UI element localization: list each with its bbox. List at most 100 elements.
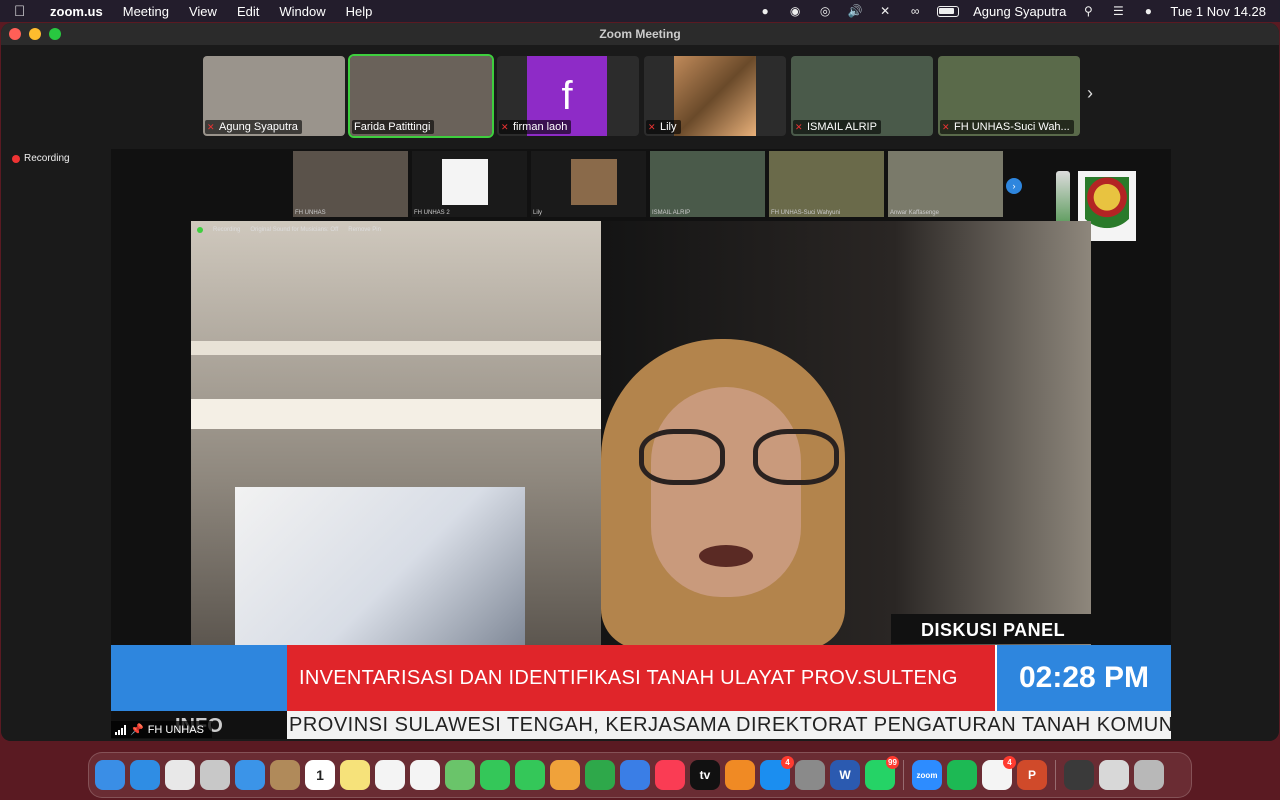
menu-user-name[interactable]: Agung Syaputra bbox=[973, 4, 1066, 19]
dock-music-icon[interactable] bbox=[655, 760, 685, 790]
dock-app-store-icon[interactable]: 4 bbox=[760, 756, 794, 790]
dock-contacts-icon[interactable] bbox=[270, 760, 300, 790]
minus-circle-icon[interactable]: ● bbox=[757, 4, 773, 18]
battery-icon[interactable] bbox=[937, 5, 960, 17]
signal-strength-icon bbox=[115, 724, 126, 735]
dock-word-icon[interactable]: W bbox=[830, 760, 860, 790]
dock-zoom-icon[interactable]: zoom bbox=[912, 760, 942, 790]
dock-keynote-icon[interactable] bbox=[620, 760, 650, 790]
menu-help[interactable]: Help bbox=[336, 4, 383, 19]
menu-edit[interactable]: Edit bbox=[227, 4, 269, 19]
participant-tile[interactable]: f ✕ firman laoh bbox=[497, 56, 639, 136]
participant-tile[interactable]: ✕ Agung Syaputra bbox=[203, 56, 345, 136]
notification-badge: 99 bbox=[886, 756, 899, 769]
dock-chrome-icon[interactable] bbox=[165, 760, 195, 790]
dock-spotify-icon[interactable] bbox=[947, 760, 977, 790]
dock-notes-icon[interactable] bbox=[340, 760, 370, 790]
menu-app-zoom[interactable]: zoom.us bbox=[40, 4, 113, 19]
recording-label: Recording bbox=[24, 153, 70, 164]
dock-calendar-icon[interactable]: 1 bbox=[305, 760, 335, 790]
chevron-right-icon: › bbox=[1006, 178, 1022, 194]
window-close-button[interactable] bbox=[9, 28, 21, 40]
dock-finder-icon[interactable] bbox=[95, 760, 125, 790]
inner-participant-tile: FH UNHAS bbox=[293, 151, 408, 217]
meeting-content: ✕ Agung Syaputra Farida Patittingi f ✕ fir… bbox=[1, 45, 1279, 741]
participant-name: Farida Patittingi bbox=[354, 121, 431, 133]
speaker-person bbox=[601, 339, 845, 649]
dock-numbers-icon[interactable] bbox=[585, 760, 615, 790]
spotlight-search-icon[interactable]: ⚲ bbox=[1080, 4, 1096, 18]
dock-safari-icon[interactable] bbox=[130, 760, 160, 790]
dock-books-icon[interactable] bbox=[725, 760, 755, 790]
participant-strip: ✕ Agung Syaputra Farida Patittingi f ✕ fir… bbox=[203, 54, 1080, 138]
dock-screenshot-icon[interactable] bbox=[1064, 760, 1094, 790]
volume-icon[interactable]: 🔊 bbox=[847, 4, 863, 18]
dock-pages-icon[interactable] bbox=[550, 760, 580, 790]
participant-tile-active[interactable]: Farida Patittingi bbox=[348, 54, 494, 138]
chevron-right-icon[interactable]: › bbox=[1087, 83, 1093, 104]
dock-whatsapp-icon[interactable]: 99 bbox=[865, 756, 899, 790]
speaker-video bbox=[191, 221, 1091, 649]
inner-participant-tile: Lily bbox=[531, 151, 646, 217]
dock-launchpad-icon[interactable] bbox=[200, 760, 230, 790]
dock-system-preferences-icon[interactable] bbox=[795, 760, 825, 790]
participant-tile[interactable]: ✕ FH UNHAS-Suci Wah... bbox=[938, 56, 1080, 136]
dock-messages-icon[interactable] bbox=[480, 760, 510, 790]
apple-menu-icon[interactable]:  bbox=[14, 3, 40, 20]
participant-tile[interactable]: ✕ Lily bbox=[644, 56, 786, 136]
participant-name: Lily bbox=[660, 121, 677, 133]
dock-reminders-icon[interactable] bbox=[375, 760, 405, 790]
dock-trash-icon[interactable] bbox=[1134, 760, 1164, 790]
participant-name: ISMAIL ALRIP bbox=[807, 121, 877, 133]
mic-muted-icon: ✕ bbox=[501, 122, 509, 132]
inner-pin-label: Remove Pin bbox=[348, 227, 381, 233]
inner-participant-name: Lily bbox=[533, 210, 543, 216]
notification-badge: 4 bbox=[1003, 756, 1016, 769]
video-feed bbox=[674, 56, 756, 136]
link-icon[interactable]: ∞ bbox=[907, 4, 923, 18]
siri-icon[interactable]: ● bbox=[1140, 4, 1156, 18]
dock-separator bbox=[1055, 760, 1056, 790]
dock-facetime-icon[interactable] bbox=[515, 760, 545, 790]
dock-icon-label: tv bbox=[699, 768, 711, 782]
menu-clock[interactable]: Tue 1 Nov 14.28 bbox=[1170, 4, 1266, 19]
dock-microsoft-office-icon[interactable]: 4 bbox=[982, 756, 1016, 790]
ticker-accent bbox=[111, 645, 287, 711]
mic-muted-icon: ✕ bbox=[942, 122, 950, 132]
dock-photos-icon[interactable] bbox=[410, 760, 440, 790]
control-center-icon[interactable]: ☰ bbox=[1110, 4, 1126, 18]
dock-mail-icon[interactable] bbox=[235, 760, 265, 790]
news-ticker: PROVINSI SULAWESI TENGAH, KERJASAMA DIRE… bbox=[287, 711, 1171, 739]
participant-tile[interactable]: ✕ ISMAIL ALRIP bbox=[791, 56, 933, 136]
dock-tv-icon[interactable]: tv bbox=[690, 760, 720, 790]
menu-window[interactable]: Window bbox=[269, 4, 335, 19]
inner-audio-label: Original Sound for Musicians: Off bbox=[250, 227, 339, 233]
mic-muted-icon: ✕ bbox=[207, 122, 215, 132]
window-minimize-button[interactable] bbox=[29, 28, 41, 40]
participant-name: FH UNHAS-Suci Wah... bbox=[954, 121, 1070, 133]
monitor-screen bbox=[235, 487, 525, 649]
menu-view[interactable]: View bbox=[179, 4, 227, 19]
speaker-name-tag: 📌 FH UNHAS bbox=[111, 721, 212, 738]
inner-recording-label: Recording bbox=[213, 227, 241, 233]
dock-icon-label: P bbox=[1027, 768, 1036, 782]
window-maximize-button[interactable] bbox=[49, 28, 61, 40]
shared-screen[interactable]: FH UNHAS FH UNHAS 2 Lily ISMAIL ALRIP FH… bbox=[111, 149, 1171, 739]
dock-icon-label: zoom bbox=[916, 770, 938, 780]
broadcast-time: 02:28 PM bbox=[995, 645, 1171, 711]
panel-label: DISKUSI PANEL bbox=[891, 614, 1171, 644]
inner-participant-name: FH UNHAS-Suci Wahyuni bbox=[771, 210, 841, 216]
inner-participant-strip: FH UNHAS FH UNHAS 2 Lily ISMAIL ALRIP FH… bbox=[293, 151, 1003, 217]
bluetooth-icon[interactable]: ✕ bbox=[877, 4, 893, 18]
menu-meeting[interactable]: Meeting bbox=[113, 4, 179, 19]
recording-indicator[interactable]: Recording bbox=[12, 153, 70, 164]
grammarly-icon[interactable]: ◉ bbox=[787, 4, 803, 18]
zoom-window: Zoom Meeting ✕ Agung Syaputra Farida Pati… bbox=[1, 23, 1279, 741]
inner-participant-tile: FH UNHAS 2 bbox=[412, 151, 527, 217]
dock-downloads-icon[interactable] bbox=[1099, 760, 1129, 790]
airdrop-icon[interactable]: ◎ bbox=[817, 4, 833, 18]
dock-maps-icon[interactable] bbox=[445, 760, 475, 790]
dock-powerpoint-icon[interactable]: P bbox=[1017, 760, 1047, 790]
dock: 1 tv 4 W 99 zoom 4 P bbox=[88, 752, 1192, 798]
record-dot-icon bbox=[197, 227, 203, 233]
